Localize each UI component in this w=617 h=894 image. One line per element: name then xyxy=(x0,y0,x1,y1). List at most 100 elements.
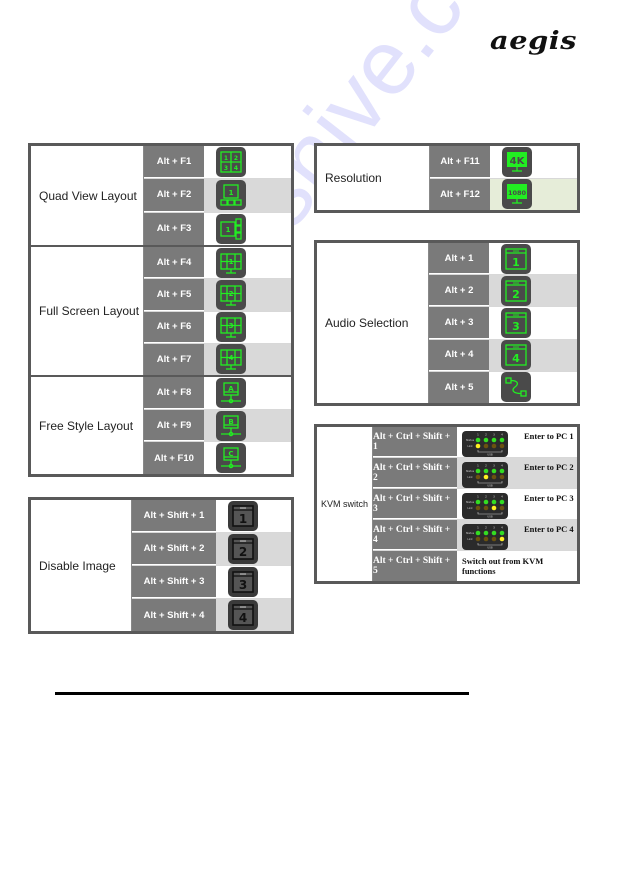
resolution-row: Alt + F12 1080 xyxy=(430,178,577,210)
full-row: Alt + F7 4 xyxy=(144,343,291,375)
full-screen-title: Full Screen Layout xyxy=(31,247,144,375)
free-style-c-icon: C xyxy=(216,443,246,474)
audio-source-4-icon: 4 xyxy=(501,340,531,371)
kvm-led-panel-icon: Status Link 1 2 3 4 USB xyxy=(462,493,508,519)
quad-view-table: Quad View Layout Alt + F1 1 2 3 4 Alt + F2 1 Al… xyxy=(28,143,294,248)
icon-cell: A xyxy=(204,377,291,409)
audio-selection-title: Audio Selection xyxy=(317,243,429,403)
svg-text:4: 4 xyxy=(501,526,503,530)
icon-cell: 3 xyxy=(204,312,291,343)
icon-cell: 1 xyxy=(204,213,291,245)
status-led xyxy=(483,499,489,505)
icon-cell: 1 xyxy=(204,247,291,278)
shortcut-key: Alt + F6 xyxy=(144,311,204,343)
status-led xyxy=(491,499,497,505)
svg-text:USB: USB xyxy=(487,515,493,519)
shortcut-key: Alt + Shift + 4 xyxy=(132,599,216,631)
icon-cell: 3 xyxy=(216,566,291,598)
link-led xyxy=(475,474,481,480)
icon-cell: 1 xyxy=(204,179,291,212)
full-screen-4-icon: 4 xyxy=(216,344,246,375)
svg-text:Link: Link xyxy=(467,506,473,510)
svg-text:2: 2 xyxy=(239,545,247,559)
svg-text:Status: Status xyxy=(466,438,475,442)
shortcut-key: Alt + 3 xyxy=(429,307,489,339)
quad-view-4-icon: 1234 xyxy=(216,147,246,178)
icon-cell: 4 xyxy=(489,339,577,371)
shortcut-key: Alt + Ctrl + Shift + 3 xyxy=(373,489,457,519)
shortcut-key: Alt + Ctrl + Shift + 4 xyxy=(373,520,457,550)
icon-cell: Status Link 1 2 3 4 USB Enter to PC 4 xyxy=(457,520,577,550)
disable-row: Alt + Shift + 3 3 xyxy=(132,566,291,599)
status-led xyxy=(475,468,481,474)
link-led xyxy=(483,505,489,511)
full-screen-table: Full Screen Layout Alt + F4 1 Alt + F5 2 Alt… xyxy=(28,245,294,378)
link-led xyxy=(483,443,489,449)
shortcut-key: Alt + Shift + 3 xyxy=(132,566,216,598)
svg-text:1: 1 xyxy=(477,495,479,499)
svg-text:Link: Link xyxy=(467,537,473,541)
svg-text:USB: USB xyxy=(487,546,493,550)
status-led xyxy=(499,499,505,505)
audio-source-2-icon: 2 xyxy=(501,275,531,306)
disable-row: Alt + Shift + 1 1 xyxy=(132,500,291,533)
svg-text:1: 1 xyxy=(477,433,479,437)
svg-text:1: 1 xyxy=(477,464,479,468)
status-led xyxy=(475,499,481,505)
shortcut-key: Alt + Shift + 2 xyxy=(132,533,216,565)
kvm-row: Alt + Ctrl + Shift + 5 Switch out from KV… xyxy=(373,551,577,581)
kvm-action-text: Enter to PC 2 xyxy=(524,462,574,472)
svg-text:3: 3 xyxy=(493,526,495,530)
link-led xyxy=(483,536,489,542)
icon-cell: B xyxy=(204,409,291,442)
shortcut-key: Alt + F3 xyxy=(144,212,204,245)
disable-image-4-icon: 4 xyxy=(228,600,258,630)
svg-text:3: 3 xyxy=(224,165,228,172)
icon-cell: 2 xyxy=(204,279,291,311)
shortcut-key: Alt + F11 xyxy=(430,146,490,178)
icon-cell: 2 xyxy=(216,533,291,565)
link-led xyxy=(475,443,481,449)
svg-text:1: 1 xyxy=(512,256,520,269)
shortcut-key: Alt + F12 xyxy=(430,178,490,210)
status-led xyxy=(491,437,497,443)
status-led xyxy=(499,437,505,443)
svg-text:USB: USB xyxy=(487,453,493,457)
disable-row: Alt + Shift + 2 2 xyxy=(132,533,291,566)
link-led xyxy=(499,474,505,480)
quad-view-title: Quad View Layout xyxy=(31,146,144,245)
disable-image-2-icon: 2 xyxy=(228,534,258,564)
svg-text:1080: 1080 xyxy=(508,189,527,197)
kvm-switch-title: KVM switch xyxy=(317,427,373,581)
kvm-row: Alt + Ctrl + Shift + 2 Status Link 1 2 3 4 USB E… xyxy=(373,458,577,489)
kvm-action-text: Enter to PC 3 xyxy=(524,493,574,503)
kvm-row: Alt + Ctrl + Shift + 4 Status Link 1 2 3 4 USB E… xyxy=(373,520,577,551)
free-style-table: Free Style Layout Alt + F8 A Alt + F9 B Alt … xyxy=(28,375,294,477)
shortcut-key: Alt + Shift + 1 xyxy=(132,500,216,532)
svg-text:2: 2 xyxy=(485,526,487,530)
svg-text:3: 3 xyxy=(229,322,234,330)
disable-image-3-icon: 3 xyxy=(228,567,258,597)
audio-row: Alt + 2 2 xyxy=(429,275,577,308)
free-style-title: Free Style Layout xyxy=(31,377,144,474)
audio-row: Alt + 1 1 xyxy=(429,243,577,276)
status-led xyxy=(475,437,481,443)
free-row: Alt + F9 B xyxy=(144,409,291,443)
svg-text:3: 3 xyxy=(239,578,247,592)
status-led xyxy=(491,468,497,474)
icon-cell: 4 xyxy=(216,599,291,631)
svg-text:USB: USB xyxy=(487,484,493,488)
status-led xyxy=(483,468,489,474)
status-led xyxy=(491,530,497,536)
audio-row: Alt + 3 3 xyxy=(429,307,577,340)
disable-image-table: Disable Image Alt + Shift + 1 1 Alt + Shif… xyxy=(28,497,294,634)
resolution-4k-icon: 4K xyxy=(502,146,532,177)
icon-cell: Status Link 1 2 3 4 USB Enter to PC 2 xyxy=(457,458,577,488)
shortcut-key: Alt + 1 xyxy=(429,243,489,275)
svg-text:4: 4 xyxy=(501,464,503,468)
disable-row: Alt + Shift + 4 4 xyxy=(132,599,291,631)
link-led xyxy=(491,536,497,542)
kvm-row: Alt + Ctrl + Shift + 3 Status Link 1 2 3 4 USB E… xyxy=(373,489,577,520)
icon-cell: 4K xyxy=(490,146,577,178)
svg-text:Status: Status xyxy=(466,469,475,473)
